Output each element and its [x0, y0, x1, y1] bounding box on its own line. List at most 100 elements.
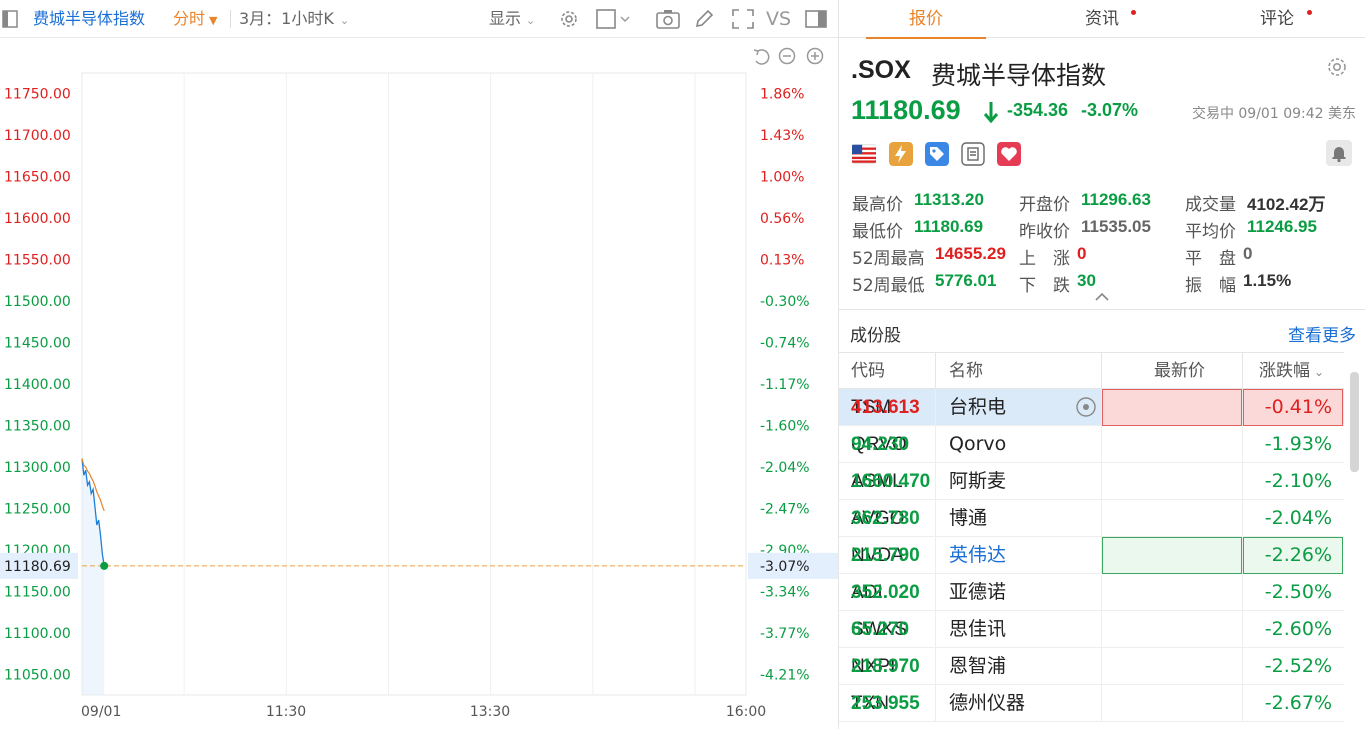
column-header-name[interactable]: 名称 [949, 353, 983, 390]
sidebar-toggle-icon[interactable] [2, 10, 18, 28]
table-scrollbar[interactable] [1350, 372, 1359, 472]
down-arrow-icon [983, 102, 999, 123]
alert-bell-icon[interactable] [1326, 140, 1352, 166]
row-price: 352.020 [851, 582, 920, 603]
intraday-chart[interactable]: 11750.00 11700.00 11650.00 11600.00 11550.00… [0, 39, 838, 729]
stat-52wk-high-label: 52周最高 [852, 249, 925, 269]
table-row[interactable]: AVGO 博通 362.780 -2.04% [839, 500, 1344, 537]
tag-badge-icon[interactable] [925, 142, 949, 166]
stat-high-value: 11313.20 [914, 190, 984, 209]
row-price: 215.790 [851, 545, 920, 566]
current-pct-tag-label: -3.07% [760, 559, 810, 575]
stat-amp-label: 振 幅 [1185, 276, 1236, 296]
row-change-pct: -2.52% [1264, 655, 1332, 677]
stat-prev-value: 11535.05 [1081, 217, 1151, 236]
time-axis: 09/01 11:30 13:30 16:00 [81, 704, 766, 720]
table-row[interactable]: NVDA 英伟达 215.790 -2.26% [839, 537, 1344, 574]
chart-grid [81, 72, 747, 696]
square-tool-icon[interactable] [596, 9, 632, 29]
tab-quote-label: 报价 [909, 9, 943, 29]
right-percent-axis: 1.86% 1.43% 1.00% 0.56% 0.13% -0.30% -0.74% -1.… [760, 87, 810, 684]
vs-button[interactable]: VS [766, 0, 791, 38]
chart-mode-dropdown[interactable]: 分时 ▼ [173, 0, 217, 38]
row-price: 1660.470 [851, 471, 931, 492]
pencil-icon[interactable] [694, 9, 714, 29]
zoom-controls [753, 47, 824, 65]
divider [230, 10, 231, 28]
row-change-pct: -2.67% [1264, 692, 1332, 714]
reset-zoom-icon[interactable] [753, 49, 770, 65]
time-axis-label: 11:30 [266, 704, 306, 720]
stat-52wk-high-value: 14655.29 [935, 244, 1006, 263]
column-divider [1101, 353, 1102, 390]
column-header-change-pct[interactable]: 涨跌幅 ⌄ [1259, 353, 1324, 390]
column-divider [1101, 389, 1102, 722]
stat-52wk-low-value: 5776.01 [935, 271, 997, 290]
column-divider [935, 353, 936, 390]
tab-quote[interactable]: 报价 [866, 0, 986, 39]
table-row[interactable]: QRVO Qorvo 94.230 -1.93% [839, 426, 1344, 463]
quote-symbol: .SOX [851, 56, 911, 84]
row-change-pct: -2.50% [1264, 581, 1332, 603]
row-price: 362.780 [851, 508, 920, 529]
row-change-pct: -2.04% [1264, 507, 1332, 529]
period-dropdown[interactable]: 3月：1小时K ⌄ [239, 0, 349, 38]
tab-comments[interactable]: 评论 [1217, 0, 1337, 38]
left-axis-tick-label: 11550.00 [4, 253, 71, 269]
stat-amp-value: 1.15% [1243, 271, 1292, 290]
left-axis-tick-label: 11300.00 [4, 460, 71, 476]
stat-avg-label: 平均价 [1185, 222, 1236, 242]
right-axis-tick-label: -1.60% [760, 418, 810, 434]
right-axis-tick-label: 1.00% [760, 170, 804, 186]
column-divider [935, 389, 936, 722]
left-axis-tick-label: 11600.00 [4, 211, 71, 227]
quote-name: 费城半导体指数 [931, 61, 1107, 90]
us-flag-icon [852, 144, 876, 164]
right-axis-tick-label: -1.17% [760, 377, 810, 393]
constituents-title: 成份股 [850, 326, 901, 346]
column-header-price[interactable]: 最新价 [1154, 353, 1205, 390]
chart-toolbar: 费城半导体指数 分时 ▼ 3月：1小时K ⌄ 显示 ⌄ VS [0, 0, 838, 38]
stat-low-label: 最低价 [852, 222, 903, 242]
gear-icon[interactable] [558, 8, 580, 30]
stat-prev-label: 昨收价 [1019, 222, 1070, 242]
row-price: 218.970 [851, 656, 920, 677]
tab-news[interactable]: 资讯 [1042, 0, 1162, 38]
note-badge-icon[interactable] [961, 142, 985, 166]
heart-badge-icon[interactable] [997, 142, 1021, 166]
row-change-pct: -2.26% [1264, 544, 1332, 566]
collapse-stats-chevron-icon[interactable] [1094, 292, 1110, 302]
plot-area [81, 458, 105, 695]
table-row[interactable]: SWKS 思佳讯 65.270 -2.60% [839, 611, 1344, 648]
stat-52wk-low-label: 52周最低 [852, 276, 925, 296]
stat-up-value: 0 [1077, 244, 1087, 263]
table-row[interactable]: ASML 阿斯麦 1660.470 -2.10% [839, 463, 1344, 500]
camera-icon[interactable] [656, 9, 680, 29]
price-change-percent: -3.07% [1081, 100, 1139, 120]
stat-open-value: 11296.63 [1081, 190, 1151, 209]
table-row[interactable]: TSM 台积电 413.613 -0.41% [839, 389, 1344, 426]
column-header-code[interactable]: 代码 [851, 353, 885, 390]
panel-toggle-icon[interactable] [805, 10, 827, 28]
news-unread-dot [1131, 10, 1136, 15]
sort-chevron-icon: ⌄ [1314, 365, 1325, 379]
left-axis-tick-label: 11400.00 [4, 377, 71, 393]
period-label: 3月：1小时K [239, 9, 334, 28]
stat-volume-label: 成交量 [1185, 195, 1236, 215]
fullscreen-icon[interactable] [732, 9, 754, 29]
table-row[interactable]: TXN 德州仪器 253.955 -2.67% [839, 685, 1344, 722]
display-dropdown[interactable]: 显示 ⌄ [489, 0, 535, 38]
intraday-chart-svg[interactable]: 11750.00 11700.00 11650.00 11600.00 11550.00… [0, 39, 838, 729]
stat-high-label: 最高价 [852, 195, 903, 215]
lightning-badge-icon[interactable] [889, 142, 913, 166]
table-row[interactable]: NXPI 恩智浦 218.970 -2.52% [839, 648, 1344, 685]
right-axis-tick-label: -3.77% [760, 626, 810, 642]
table-row[interactable]: ADI 亚德诺 352.020 -2.50% [839, 574, 1344, 611]
quote-panel: 报价 资讯 评论 .SOX 费城半导体指数 11180.69 -354.36 -… [838, 0, 1365, 729]
quote-settings-gear-icon[interactable] [1326, 56, 1348, 78]
right-axis-tick-label: -0.74% [760, 336, 810, 352]
right-axis-tick-label: -0.30% [760, 294, 810, 310]
left-axis-tick-label: 11700.00 [4, 128, 71, 144]
view-more-link[interactable]: 查看更多 [1288, 321, 1356, 346]
left-axis-tick-label: 11500.00 [4, 294, 71, 310]
